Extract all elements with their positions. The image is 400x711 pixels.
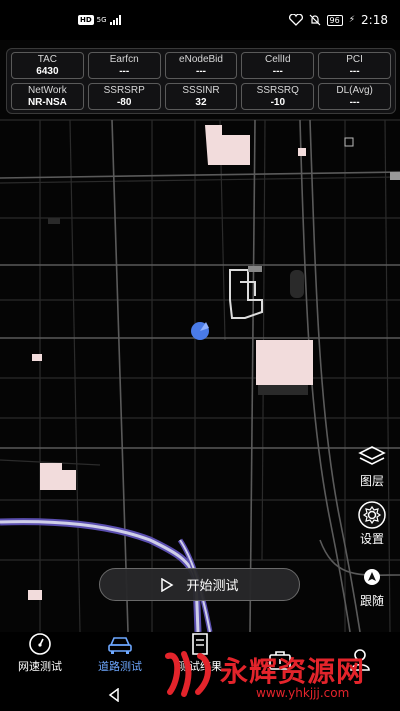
gear-icon (358, 501, 386, 529)
info-cell-earfcn: Earfcn --- (87, 52, 161, 79)
info-value: -80 (116, 96, 132, 108)
info-value: --- (195, 65, 206, 77)
info-value: 32 (195, 96, 207, 108)
info-label: SSRSRP (103, 84, 145, 96)
info-label: SSSINR (182, 84, 220, 96)
info-cell-dl-avg: DL(Avg) --- (318, 83, 391, 110)
hd-badge: HD (78, 15, 94, 25)
start-test-label: 开始测试 (186, 579, 239, 594)
info-label: PCI (346, 53, 363, 65)
settings-button[interactable]: 设置 (350, 500, 394, 547)
clock: 2:18 (361, 13, 388, 27)
watermark-emblem-icon (165, 651, 211, 697)
mute-bell-icon (309, 14, 320, 26)
watermark-text: 永辉资源网 (220, 655, 366, 688)
network-type: 5G (96, 16, 107, 24)
charging-icon: ⚡ (348, 15, 356, 25)
info-label: SSRSRQ (256, 84, 299, 96)
info-cell-pci: PCI --- (318, 52, 391, 79)
info-label: CellId (265, 53, 291, 65)
info-cell-tac: TAC 6430 (11, 52, 84, 79)
nav-road-test[interactable]: 道路测试 (80, 632, 160, 680)
info-label: TAC (37, 53, 58, 65)
layers-icon (358, 446, 386, 465)
info-value: -10 (270, 96, 286, 108)
car-icon (108, 637, 132, 654)
watermark-logo: 永辉资源网 www.yhkjjj.com (160, 650, 380, 710)
signal-icon (109, 15, 121, 25)
watermark-url: www.yhkjjj.com (256, 686, 350, 700)
back-icon[interactable] (107, 688, 121, 702)
info-value: --- (272, 65, 283, 77)
info-label: NetWork (28, 84, 67, 96)
status-bar: HD 5G 96 ⚡ 2:18 (0, 0, 400, 40)
settings-label: 设置 (359, 532, 384, 546)
speedometer-icon (29, 633, 51, 655)
info-cell-cellid: CellId --- (241, 52, 315, 79)
info-value: 6430 (36, 65, 59, 77)
heart-rate-icon (288, 14, 303, 26)
info-label: eNodeBid (179, 53, 223, 65)
navigation-icon (364, 569, 380, 585)
info-label: DL(Avg) (336, 84, 373, 96)
info-cell-ssrsrq: SSRSRQ -10 (241, 83, 315, 110)
info-cell-ssrsrp: SSRSRP -80 (87, 83, 161, 110)
info-value: --- (119, 65, 130, 77)
info-cell-enodebid: eNodeBid --- (164, 52, 238, 79)
nav-label: 道路测试 (98, 660, 142, 673)
nav-speed-test[interactable]: 网速测试 (0, 632, 80, 680)
nav-label: 网速测试 (18, 660, 62, 673)
info-cell-network: NetWork NR-NSA (11, 83, 84, 110)
campus-outline (229, 266, 263, 319)
info-value: --- (349, 65, 360, 77)
play-icon (161, 577, 174, 592)
layers-button[interactable]: 图层 (350, 442, 394, 489)
map-buildings (28, 125, 313, 600)
map-canvas (0, 119, 400, 632)
battery-level: 96 (326, 14, 343, 26)
follow-label: 跟随 (359, 594, 384, 608)
info-value: NR-NSA (27, 96, 67, 108)
map-view[interactable] (0, 40, 400, 632)
signal-info-panel: TAC 6430 Earfcn --- eNodeBid --- CellId --- … (6, 48, 396, 114)
info-cell-sssinr: SSSINR 32 (164, 83, 238, 110)
info-label: Earfcn (109, 53, 139, 65)
start-test-button[interactable]: 开始测试 (99, 568, 300, 601)
info-value: --- (349, 96, 360, 108)
follow-button[interactable]: 跟随 (350, 562, 394, 609)
layers-label: 图层 (359, 474, 384, 488)
